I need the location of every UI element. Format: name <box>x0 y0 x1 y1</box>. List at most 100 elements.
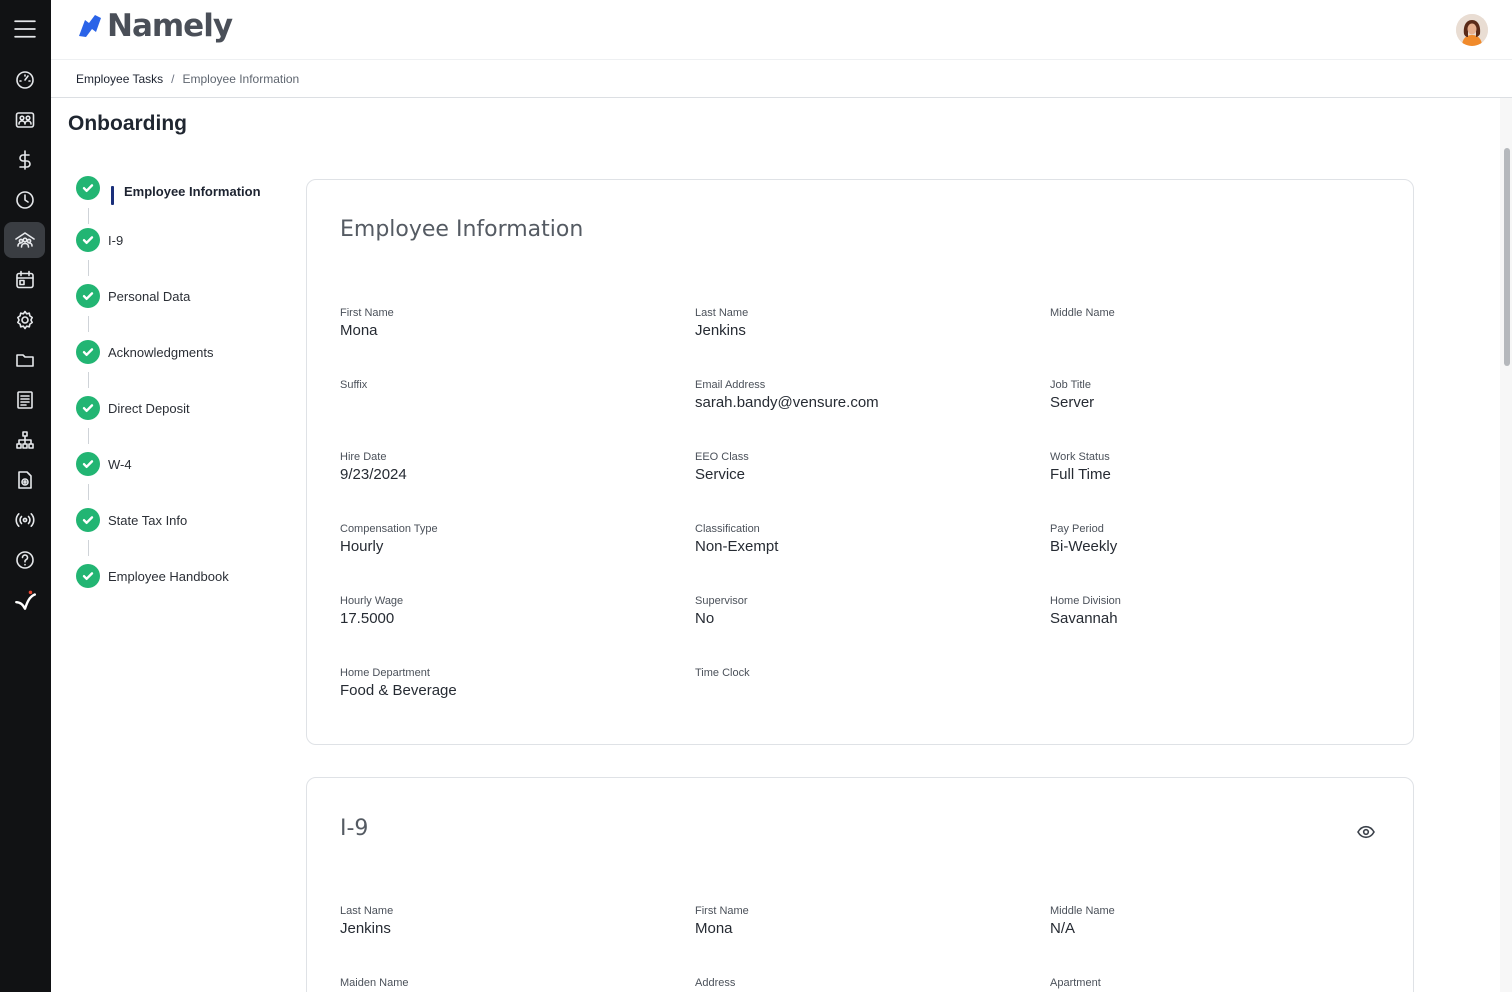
step-w-4[interactable]: W-4 <box>76 452 286 508</box>
menu-icon[interactable] <box>4 11 45 47</box>
field-home-department: Home Department Food & Beverage <box>340 666 670 700</box>
step-personal-data[interactable]: Personal Data <box>76 284 286 340</box>
field-label: Last Name <box>340 904 670 918</box>
onboarding-icon[interactable] <box>4 222 45 258</box>
step-connector <box>88 316 89 332</box>
field-value: Hourly <box>340 538 670 556</box>
dollar-icon[interactable] <box>4 142 45 178</box>
field-first-name: First NameMona <box>695 904 1025 938</box>
field-value: Jenkins <box>695 322 1025 340</box>
eye-icon[interactable] <box>1357 824 1375 840</box>
field-pay-period: Pay Period Bi-Weekly <box>1050 522 1380 556</box>
top-bar: Namely <box>51 0 1512 60</box>
step-state-tax-info[interactable]: State Tax Info <box>76 508 286 564</box>
step-connector <box>88 372 89 388</box>
people-icon[interactable] <box>4 102 45 138</box>
field-value: 17.5000 <box>340 610 670 628</box>
employee-information-card: Employee Information First NameMona Last… <box>306 179 1414 745</box>
field-label: Address <box>695 976 1025 990</box>
card-title: Employee Information <box>340 217 583 242</box>
step-label: I-9 <box>108 233 123 248</box>
step-label: Employee Information <box>124 184 261 199</box>
field-value: Jenkins <box>340 920 670 938</box>
document-icon[interactable] <box>4 382 45 418</box>
field-label: EEO Class <box>695 450 1025 464</box>
field-value: Server <box>1050 394 1380 412</box>
step-employee-handbook[interactable]: Employee Handbook <box>76 564 286 620</box>
field-last-name: Last Name Jenkins <box>695 306 1025 340</box>
field-compensation-type: Compensation Type Hourly <box>340 522 670 556</box>
field-value: No <box>695 610 1025 628</box>
field-value: Non-Exempt <box>695 538 1025 556</box>
step-connector <box>88 428 89 444</box>
field-label: Pay Period <box>1050 522 1380 536</box>
field-value: Full Time <box>1050 466 1380 484</box>
check-circle-icon <box>76 340 100 364</box>
field-time-clock: Time Clock <box>695 666 1025 682</box>
field-label: Last Name <box>695 306 1025 320</box>
file-icon[interactable] <box>4 462 45 498</box>
user-avatar-icon <box>1456 14 1488 46</box>
namely-logo-mark-icon <box>75 11 105 41</box>
field-classification: Classification Non-Exempt <box>695 522 1025 556</box>
broadcast-icon[interactable] <box>4 502 45 538</box>
field-eeo-class: EEO Class Service <box>695 450 1025 484</box>
check-circle-icon <box>76 564 100 588</box>
field-label: Apartment <box>1050 976 1380 990</box>
page-title: Onboarding <box>68 112 187 136</box>
field-email-address: Email Addresssarah.bandy@vensure.com <box>695 378 1025 412</box>
left-nav-rail <box>0 0 51 992</box>
check-circle-icon <box>76 284 100 308</box>
field-middle-name: Middle NameN/A <box>1050 904 1380 938</box>
page-scrollbar-thumb[interactable] <box>1504 148 1510 366</box>
field-home-division: Home Division Savannah <box>1050 594 1380 628</box>
folder-icon[interactable] <box>4 342 45 378</box>
field-middle-name: Middle Name <box>1050 306 1380 322</box>
field-value: Savannah <box>1050 610 1380 628</box>
logo-text: Namely <box>107 8 232 44</box>
field-label: Home Division <box>1050 594 1380 608</box>
org-chart-icon[interactable] <box>4 422 45 458</box>
calendar-icon[interactable] <box>4 262 45 298</box>
field-label: Home Department <box>340 666 670 680</box>
gear-icon[interactable] <box>4 302 45 338</box>
help-icon[interactable] <box>4 542 45 578</box>
field-supervisor: Supervisor No <box>695 594 1025 628</box>
field-value: 9/23/2024 <box>340 466 670 484</box>
field-value: Service <box>695 466 1025 484</box>
step-connector <box>88 208 89 224</box>
step-label: Direct Deposit <box>108 401 190 416</box>
avatar[interactable] <box>1456 14 1488 46</box>
breadcrumb-separator: / <box>171 72 174 86</box>
step-employee-information[interactable]: Employee Information <box>76 176 286 232</box>
field-value: N/A <box>1050 920 1380 938</box>
namely-logo[interactable]: Namely <box>75 8 232 44</box>
field-label: Supervisor <box>695 594 1025 608</box>
field-value: Food & Beverage <box>340 682 670 700</box>
field-value: Mona <box>340 322 670 340</box>
step-acknowledgments[interactable]: Acknowledgments <box>76 340 286 396</box>
clock-icon[interactable] <box>4 182 45 218</box>
vensure-icon[interactable] <box>4 582 45 618</box>
field-label: Work Status <box>1050 450 1380 464</box>
dashboard-icon[interactable] <box>4 62 45 98</box>
field-label: First Name <box>695 904 1025 918</box>
field-label: Compensation Type <box>340 522 670 536</box>
onboarding-stepper: Employee Information I-9 Personal Data A… <box>76 176 286 620</box>
active-step-indicator <box>111 186 114 205</box>
field-address: Address <box>695 976 1025 992</box>
breadcrumb-current: Employee Information <box>183 72 300 86</box>
field-label: Classification <box>695 522 1025 536</box>
field-label: Email Address <box>695 378 1025 392</box>
step-connector <box>88 484 89 500</box>
step-i-9[interactable]: I-9 <box>76 228 286 284</box>
check-circle-icon <box>76 228 100 252</box>
step-direct-deposit[interactable]: Direct Deposit <box>76 396 286 452</box>
field-apartment: Apartment <box>1050 976 1380 992</box>
field-label: Hourly Wage <box>340 594 670 608</box>
breadcrumb-parent-link[interactable]: Employee Tasks <box>76 72 163 86</box>
field-suffix: Suffix <box>340 378 670 394</box>
step-label: W-4 <box>108 457 132 472</box>
field-value: Bi-Weekly <box>1050 538 1380 556</box>
field-last-name: Last Name Jenkins <box>340 904 670 938</box>
